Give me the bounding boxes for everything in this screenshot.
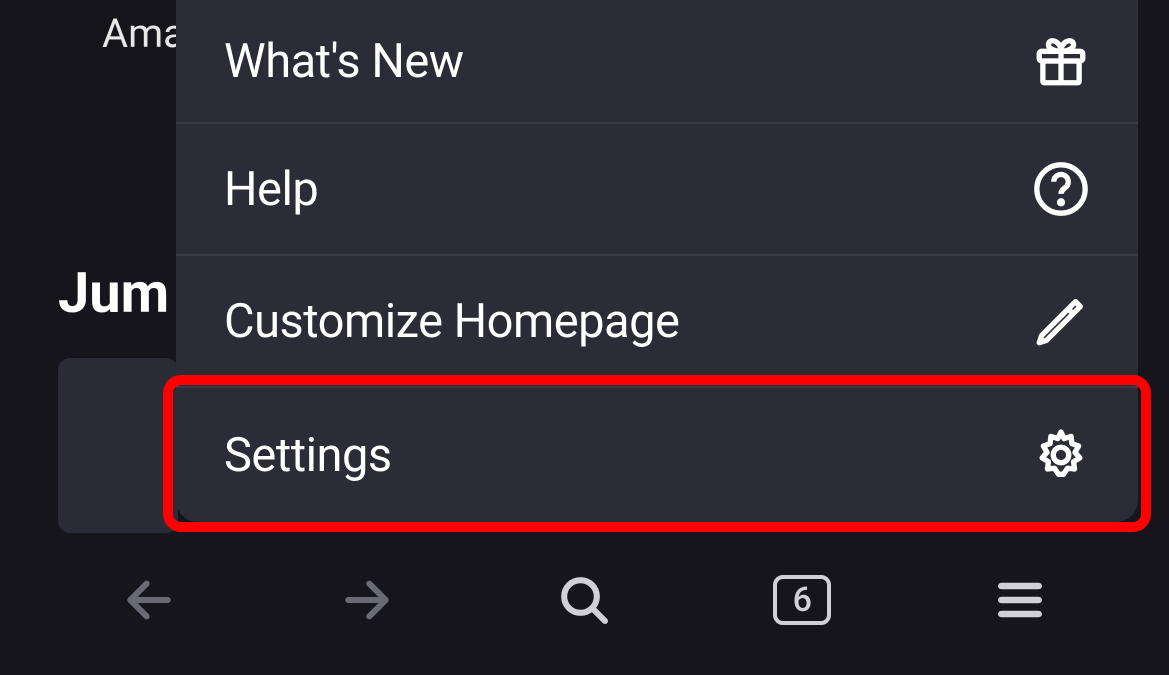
tabs-button[interactable]: 6: [742, 555, 862, 645]
overflow-menu-panel: What's New Help Customize Homepage: [176, 0, 1138, 522]
settings-menu-item[interactable]: Settings: [176, 388, 1138, 522]
customize-homepage-menu-item[interactable]: Customize Homepage: [176, 256, 1138, 388]
menu-item-label: Settings: [224, 428, 392, 483]
menu-item-label: Customize Homepage: [224, 294, 679, 349]
help-menu-item[interactable]: Help: [176, 124, 1138, 256]
search-button[interactable]: [524, 555, 644, 645]
help-icon: [1032, 160, 1090, 218]
background-card: [58, 358, 178, 533]
gift-icon: [1032, 32, 1090, 90]
pencil-icon: [1032, 292, 1090, 350]
gear-icon: [1032, 426, 1090, 484]
whats-new-menu-item[interactable]: What's New: [176, 0, 1138, 124]
tab-count: 6: [793, 580, 812, 620]
forward-button[interactable]: [307, 555, 427, 645]
menu-item-label: Help: [224, 162, 318, 217]
menu-item-label: What's New: [224, 34, 464, 89]
menu-button[interactable]: [960, 555, 1080, 645]
bottom-navigation-bar: 6: [0, 545, 1169, 675]
background-text-fragment: Ama: [102, 10, 185, 57]
back-button[interactable]: [89, 555, 209, 645]
background-heading-fragment: Jum: [58, 260, 169, 326]
